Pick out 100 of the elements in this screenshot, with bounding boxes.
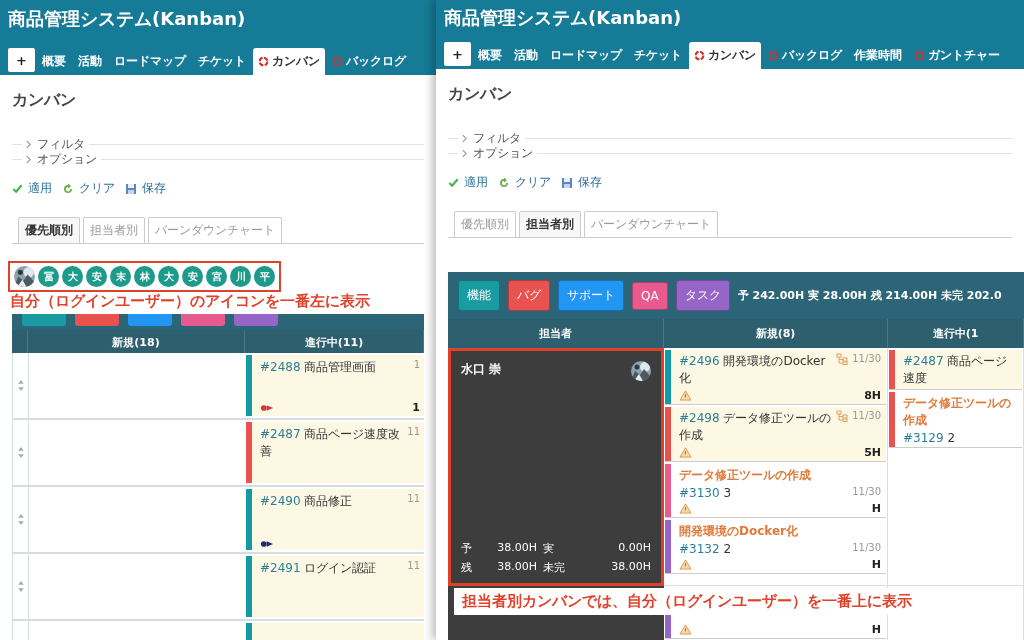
member-avatar[interactable]: 川 [230, 266, 251, 287]
tracker-button[interactable] [234, 314, 278, 326]
nav-tab[interactable]: ロードマップ [544, 42, 627, 69]
nav-tab[interactable]: + [8, 48, 35, 72]
nav-tab[interactable]: 概要 [36, 48, 71, 75]
warning-icon [679, 390, 692, 401]
issue-link[interactable]: #3132 [679, 542, 720, 556]
section-toggle[interactable]: オプション [22, 151, 101, 168]
member-avatar[interactable]: 大 [158, 266, 179, 287]
due-date: 11/30 [852, 542, 881, 553]
view-tab[interactable]: 優先順別 [454, 211, 516, 237]
view-tab[interactable]: バーンダウンチャート [148, 217, 282, 243]
issue-link[interactable]: #2490 [260, 494, 301, 508]
nav-tab[interactable]: カンバン [688, 42, 761, 69]
issue-title: #2490 商品修正 [260, 493, 354, 510]
tracker-button[interactable]: QA [632, 281, 668, 310]
issue-link[interactable]: #2491 [260, 561, 301, 575]
column-header: 担当者 [448, 319, 664, 348]
nav-tab[interactable]: 活動 [508, 42, 543, 69]
refresh-icon [498, 176, 510, 189]
column-header: 新規(8) [664, 319, 888, 348]
ring-icon [331, 56, 343, 67]
apply-link[interactable]: 適用 [448, 174, 488, 191]
warning-icon [679, 447, 692, 458]
tracker-button[interactable] [181, 314, 225, 326]
section-toggle[interactable]: オプション [458, 145, 537, 162]
tracker-button[interactable]: サポート [558, 280, 624, 311]
view-tab[interactable]: 担当者別 [83, 217, 145, 243]
issue-card[interactable]: #2496 開発環境のDocker化 11/30 8H [665, 350, 886, 405]
member-avatar[interactable]: 末 [110, 266, 131, 287]
apply-link[interactable]: 適用 [12, 180, 52, 197]
issue-title: #2487 商品ページ速度 [903, 353, 1009, 387]
warning-icon [679, 503, 692, 514]
page-title: カンバン [12, 89, 77, 111]
issue-link[interactable]: #2498 [679, 411, 720, 425]
nav-tab[interactable]: 活動 [72, 48, 107, 75]
ring-icon [693, 50, 705, 61]
issue-link[interactable]: #2487 [260, 427, 301, 441]
nav-tab[interactable]: ロードマップ [108, 48, 191, 75]
issue-card[interactable]: 開発環境のDocker化 #3132 2 11/30 H [665, 520, 886, 574]
project-title: 商品管理システム(Kanban) [8, 7, 247, 31]
tracker-button[interactable]: バグ [508, 280, 550, 311]
nav-tab[interactable]: チケット [628, 42, 687, 69]
issue-card[interactable]: #2488 商品管理画面 1 1 [246, 355, 424, 416]
nav-tab[interactable]: ガントチャー [908, 42, 1005, 69]
nav-tab[interactable]: バックログ [326, 48, 411, 75]
member-avatar[interactable]: 林 [134, 266, 155, 287]
nav-tab[interactable]: チケット [192, 48, 251, 75]
clear-link[interactable]: クリア [62, 180, 115, 197]
save-link[interactable]: 保存 [125, 180, 166, 197]
issue-link[interactable]: #3130 [679, 486, 720, 500]
tracker-button[interactable] [128, 314, 172, 326]
hours-label: H [871, 502, 881, 515]
member-avatar[interactable]: 安 [86, 266, 107, 287]
issue-card[interactable]: #2498 データ修正ツールの作成 11/30 5H [665, 407, 886, 462]
stat-label: 未完 [543, 560, 566, 575]
issue-card[interactable]: #2487 商品ページ速度改善 11 [246, 422, 424, 483]
tracker-button[interactable] [75, 314, 119, 326]
stat-label: 実 [543, 541, 555, 556]
view-tab[interactable]: 優先順別 [18, 217, 80, 243]
member-avatar[interactable]: 平 [254, 266, 275, 287]
hierarchy-icon [836, 410, 849, 422]
issue-card[interactable]: データ修正ツールの作成 #3129 2 [889, 392, 1022, 448]
save-link[interactable]: 保存 [561, 174, 602, 191]
issue-link[interactable]: #2487 [903, 354, 944, 368]
member-avatar[interactable]: 安 [182, 266, 203, 287]
stat-value: 38.00H [496, 560, 537, 575]
issue-card[interactable]: #2491 ログイン認証 11 [246, 556, 424, 617]
nav-tab[interactable]: + [444, 42, 471, 66]
issue-card[interactable]: #2487 商品ページ速度 [889, 350, 1022, 390]
view-tab[interactable]: 担当者別 [519, 211, 581, 237]
issue-link[interactable]: #2488 [260, 360, 301, 374]
parent-issue-title: 開発環境のDocker化 [679, 523, 800, 540]
due-date: 11/30 [852, 410, 881, 421]
nav-tab[interactable]: カンバン [252, 48, 325, 75]
warning-icon [679, 559, 692, 570]
nav-tab[interactable]: 概要 [472, 42, 507, 69]
nav-tab[interactable]: 作業時間 [848, 42, 907, 69]
clear-link[interactable]: クリア [498, 174, 551, 191]
issue-card[interactable]: #2490 商品修正 11 [246, 489, 424, 550]
stat-label: 残 [461, 560, 473, 575]
tracker-button[interactable] [22, 314, 66, 326]
tracker-button[interactable]: タスク [675, 280, 730, 311]
issue-title: #2488 商品管理画面 [260, 359, 378, 376]
drag-handle-icon [17, 514, 24, 525]
hours-label: 1 [412, 401, 420, 414]
member-avatar[interactable]: 冨 [38, 266, 59, 287]
member-avatar[interactable]: 宮 [206, 266, 227, 287]
nav-tab[interactable]: バックログ [762, 42, 847, 69]
due-date: 11 [407, 560, 420, 571]
floppy-icon [561, 176, 573, 189]
project-title: 商品管理システム(Kanban) [444, 6, 683, 30]
view-tab[interactable]: バーンダウンチャート [584, 211, 718, 237]
tracker-button[interactable]: 機能 [458, 280, 500, 311]
issue-card[interactable]: データ修正ツールの作成 #3130 3 11/30 H [665, 464, 886, 518]
due-date: 11 [407, 426, 420, 437]
issue-link[interactable]: #2496 [679, 354, 720, 368]
refresh-icon [62, 182, 74, 195]
issue-link[interactable]: #3129 [903, 431, 944, 445]
member-avatar[interactable]: 大 [62, 266, 83, 287]
